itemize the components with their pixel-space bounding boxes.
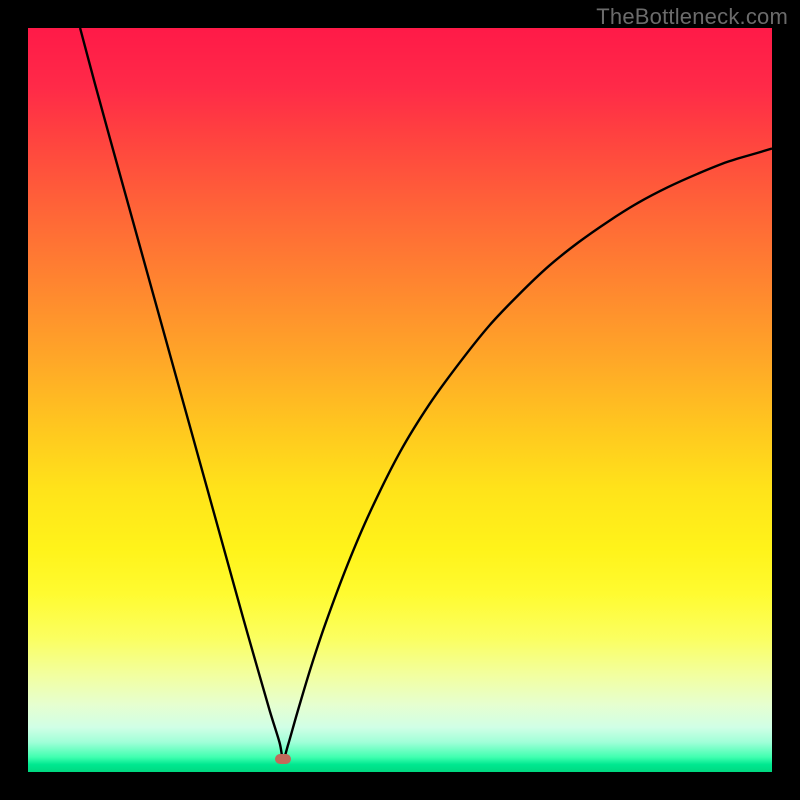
watermark-label: TheBottleneck.com — [596, 4, 788, 30]
bottleneck-curve — [28, 28, 772, 772]
plot-area — [28, 28, 772, 772]
optimal-point-marker — [275, 754, 291, 764]
curve-path — [80, 28, 772, 759]
chart-stage: TheBottleneck.com — [0, 0, 800, 800]
